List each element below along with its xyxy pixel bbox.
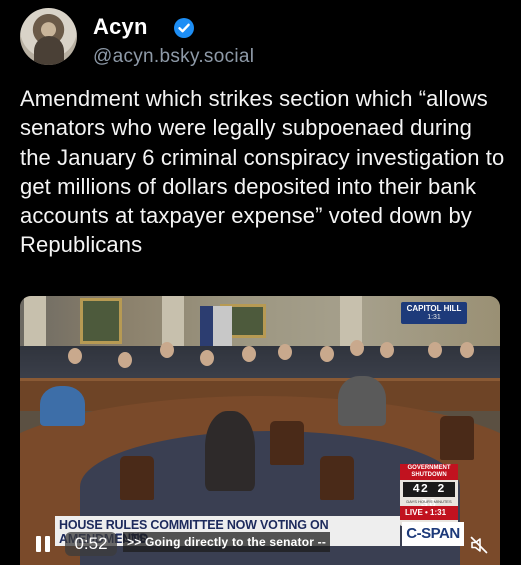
video-controls: 0:52 >> Going directly to the senator -- (20, 528, 500, 565)
verified-badge-icon (174, 18, 194, 38)
chair (270, 421, 304, 465)
author-display-name[interactable]: Acyn (93, 14, 148, 40)
live-indicator: LIVE • 1:31 (400, 506, 458, 520)
author-handle[interactable]: @acyn.bsky.social (93, 46, 254, 68)
chair (440, 416, 474, 460)
avatar[interactable] (20, 8, 77, 65)
seated-person (40, 386, 85, 426)
post-header: Acyn @acyn.bsky.social (20, 8, 500, 72)
seated-person (338, 376, 386, 426)
pause-icon[interactable] (34, 536, 52, 552)
seated-person (205, 411, 255, 491)
video-player[interactable]: CAPITOL HILL 1:31 GOVERNMENT SHUTDOWN 42… (20, 296, 500, 565)
shutdown-digits: 42 2 30 (403, 482, 455, 511)
painting-decoration (80, 298, 122, 344)
chair (320, 456, 354, 500)
video-time: 0:52 (65, 532, 117, 556)
chair (120, 456, 154, 500)
closed-caption: >> Going directly to the senator -- (123, 532, 331, 552)
post-text: Amendment which strikes section which “a… (20, 86, 505, 258)
shutdown-units: DAYS HOURS MINUTES (406, 499, 452, 504)
shutdown-header: GOVERNMENT SHUTDOWN (400, 464, 458, 480)
network-badge-time: 1:31 (427, 314, 441, 321)
muted-icon[interactable] (469, 535, 489, 555)
network-badge: CAPITOL HILL 1:31 (401, 302, 467, 324)
network-badge-label: CAPITOL HILL (406, 304, 462, 313)
